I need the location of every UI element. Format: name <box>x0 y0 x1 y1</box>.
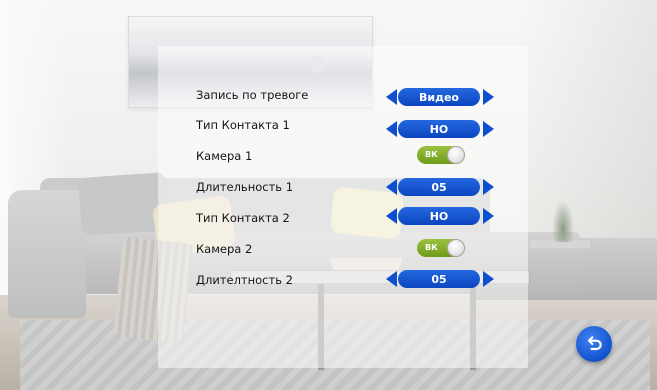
sofa-arm <box>8 190 86 318</box>
duration-2-label: Длителтность 2 <box>196 273 293 287</box>
alarm-recording-label: Запись по тревоге <box>196 88 309 102</box>
camera-1-label: Камера 1 <box>196 149 253 163</box>
contact-type-2-value[interactable]: НО <box>398 207 480 225</box>
alarm-recording-settings-screen: Запись по тревоге Видео Тип Контакта 1 Н… <box>0 0 657 390</box>
back-button[interactable] <box>576 326 612 362</box>
duration-1-value[interactable]: 05 <box>398 178 480 196</box>
arrow-right-icon[interactable] <box>483 208 494 224</box>
arrow-right-icon[interactable] <box>483 179 494 195</box>
arrow-left-icon[interactable] <box>386 179 397 195</box>
arrow-left-icon[interactable] <box>386 271 397 287</box>
duration-1-label: Длительность 1 <box>196 180 294 194</box>
contact-type-1-value[interactable]: НО <box>398 120 480 138</box>
toggle-knob <box>447 239 465 257</box>
arrow-left-icon[interactable] <box>386 89 397 105</box>
duration-1-selector: 05 <box>386 178 494 196</box>
plant <box>552 200 574 242</box>
duration-2-value[interactable]: 05 <box>398 270 480 288</box>
arrow-right-icon[interactable] <box>483 271 494 287</box>
contact-type-1-selector: НО <box>386 120 494 138</box>
toggle-knob <box>447 146 465 164</box>
camera-2-toggle-text: ВК <box>425 243 438 252</box>
arrow-left-icon[interactable] <box>386 121 397 137</box>
back-return-icon <box>587 336 602 351</box>
alarm-recording-value[interactable]: Видео <box>398 88 480 106</box>
camera-1-toggle[interactable]: ВК <box>417 146 465 164</box>
arrow-right-icon[interactable] <box>483 121 494 137</box>
arrow-left-icon[interactable] <box>386 208 397 224</box>
duration-2-selector: 05 <box>386 270 494 288</box>
alarm-recording-selector: Видео <box>386 88 494 106</box>
arrow-right-icon[interactable] <box>483 89 494 105</box>
camera-1-toggle-text: ВК <box>425 150 438 159</box>
contact-type-1-label: Тип Контакта 1 <box>196 118 290 132</box>
contact-type-2-selector: НО <box>386 207 494 225</box>
camera-2-toggle[interactable]: ВК <box>417 239 465 257</box>
camera-2-label: Камера 2 <box>196 242 253 256</box>
contact-type-2-label: Тип Контакта 2 <box>196 211 290 225</box>
